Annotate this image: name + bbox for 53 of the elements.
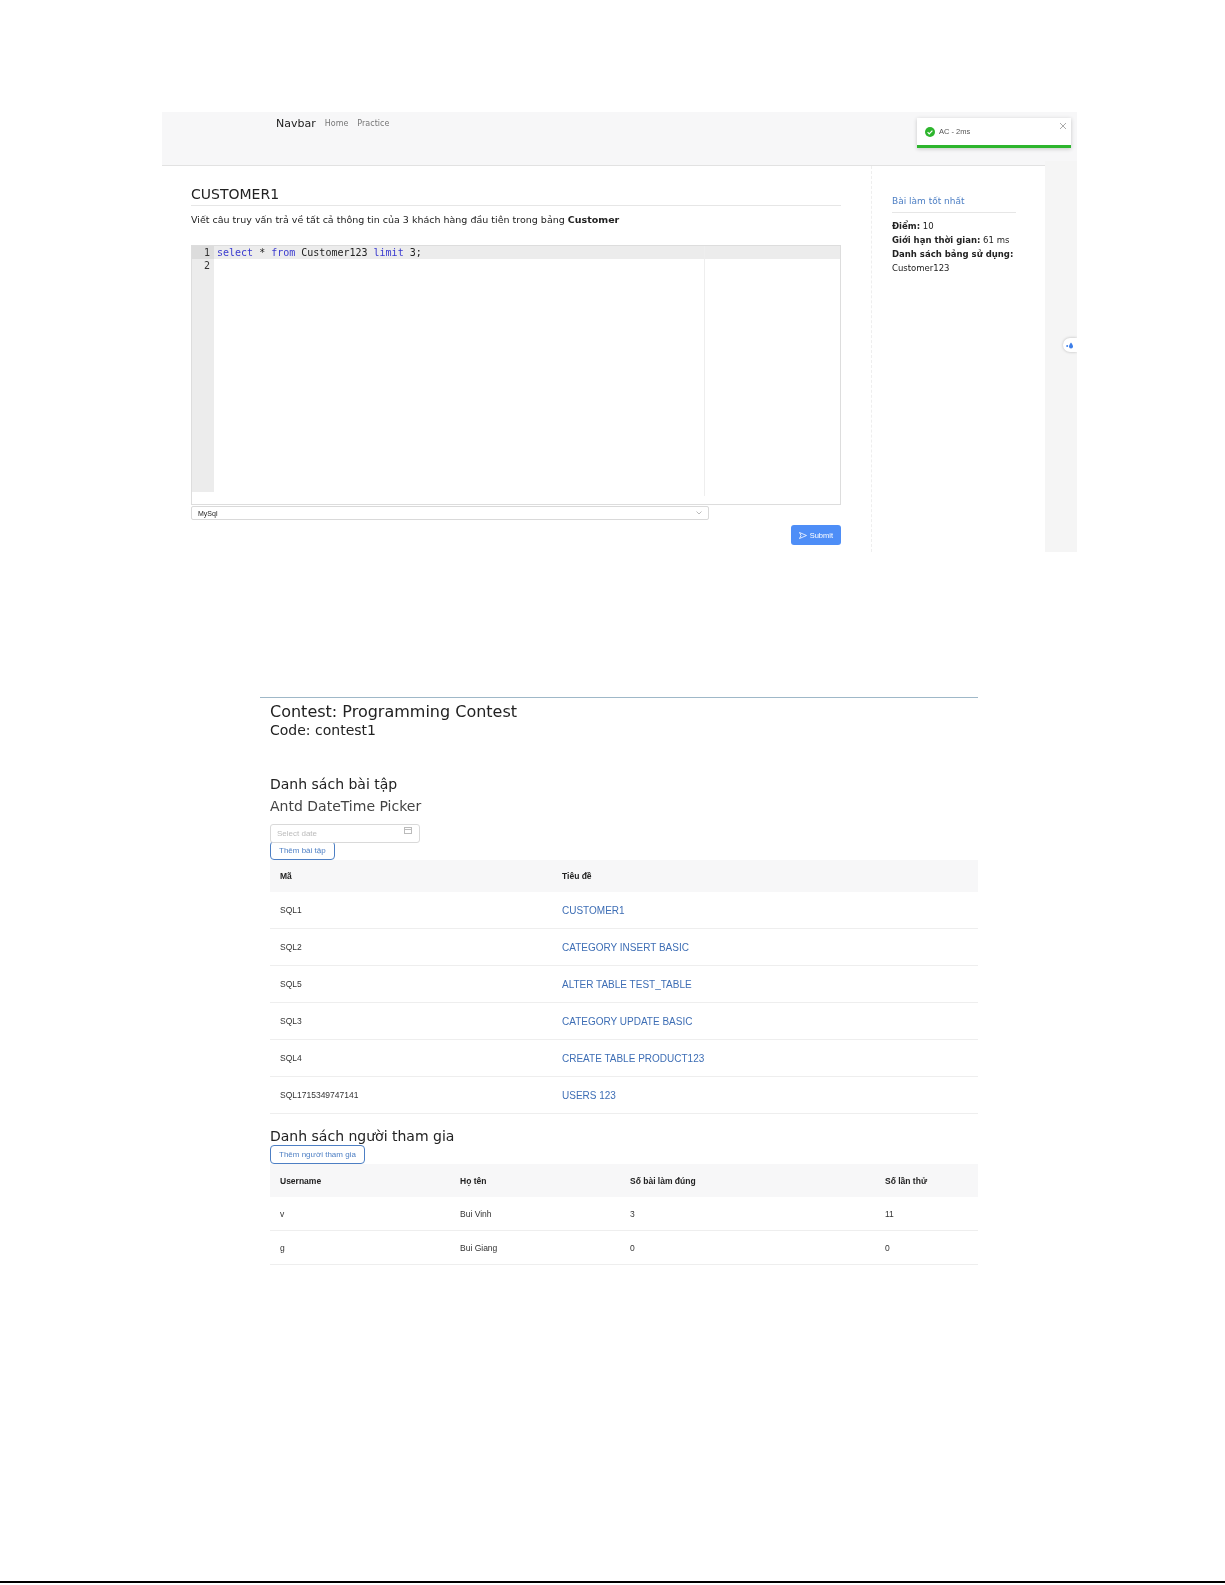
section-heading: Danh sách người tham gia — [270, 1128, 455, 1144]
table-cell: SQL3 — [270, 1002, 552, 1040]
close-icon[interactable] — [1060, 123, 1066, 129]
contest-code: Code: contest1 — [270, 722, 376, 738]
table-cell: SQL4 — [270, 1039, 552, 1077]
calendar-icon — [404, 827, 412, 834]
table-cell: 0 — [620, 1230, 875, 1265]
contest-title: Contest: Programming Contest — [270, 702, 518, 721]
problem-link[interactable]: USERS 123 — [562, 1089, 616, 1101]
add-problem-button[interactable]: Thêm bài tập — [270, 841, 335, 860]
check-circle-icon — [925, 126, 935, 137]
table-cell: 11 — [875, 1197, 978, 1231]
drop-icon — [1066, 341, 1074, 349]
table-cell: 3 — [620, 1197, 875, 1231]
problem-link[interactable]: CUSTOMER1 — [562, 904, 625, 916]
problem-link[interactable]: CATEGORY INSERT BASIC — [562, 941, 689, 953]
table-cell: Bui Vinh — [450, 1197, 620, 1231]
nav-link[interactable]: Practice — [357, 119, 390, 128]
add-participant-button[interactable]: Thêm người tham gia — [270, 1145, 365, 1164]
section-heading: Danh sách bài tập — [270, 776, 398, 792]
submission-detail: Giới hạn thời gian: 61 ms — [892, 234, 1011, 247]
problem-link[interactable]: CREATE TABLE PRODUCT123 — [562, 1052, 705, 1064]
navbar-brand[interactable]: Navbar — [276, 117, 316, 130]
column-header: Số lần thử — [875, 1164, 978, 1197]
column-header: Username — [270, 1164, 450, 1197]
line-number: 1 — [192, 246, 214, 259]
problem-description: Viết câu truy vấn trả về tất cả thông tin của 3 khách hàng đầu tiên trong bảng Customer — [191, 214, 621, 225]
picker-heading: Antd DateTime Picker — [270, 798, 422, 814]
send-icon — [798, 531, 807, 539]
date-field[interactable]: Select date — [270, 824, 420, 843]
problem-title: CUSTOMER1 — [191, 186, 841, 206]
problem-link[interactable]: CATEGORY UPDATE BASIC — [562, 1015, 693, 1027]
code-editor[interactable]: 1 2 select * from Customer123 limit 3; — [191, 245, 841, 505]
column-header: Tiêu đề — [552, 860, 978, 892]
table-cell: g — [270, 1230, 450, 1265]
floating-button[interactable] — [1063, 338, 1077, 352]
submission-detail: Danh sách bảng sử dụng: Customer123 — [892, 248, 1015, 275]
line-number: 2 — [202, 259, 211, 272]
table-cell: SQL1 — [270, 892, 552, 929]
submission-detail: Điểm: 10 — [892, 219, 935, 233]
best-submission-title: Bài làm tốt nhất — [892, 196, 1016, 213]
table-cell: v — [270, 1197, 450, 1231]
nav-link[interactable]: Home — [324, 119, 349, 128]
problem-link[interactable]: ALTER TABLE TEST_TABLE — [562, 978, 692, 990]
column-header: Mã — [270, 860, 552, 892]
table-cell: SQL1715349747141 — [270, 1076, 552, 1114]
table-cell: 0 — [875, 1230, 978, 1265]
table-cell: Bui Giang — [450, 1230, 620, 1265]
table-cell: SQL5 — [270, 965, 552, 1003]
chevron-down-icon — [696, 511, 702, 515]
table-cell: SQL2 — [270, 928, 552, 966]
column-header: Họ tên — [450, 1164, 620, 1197]
column-header: Số bài làm đúng — [620, 1164, 875, 1197]
